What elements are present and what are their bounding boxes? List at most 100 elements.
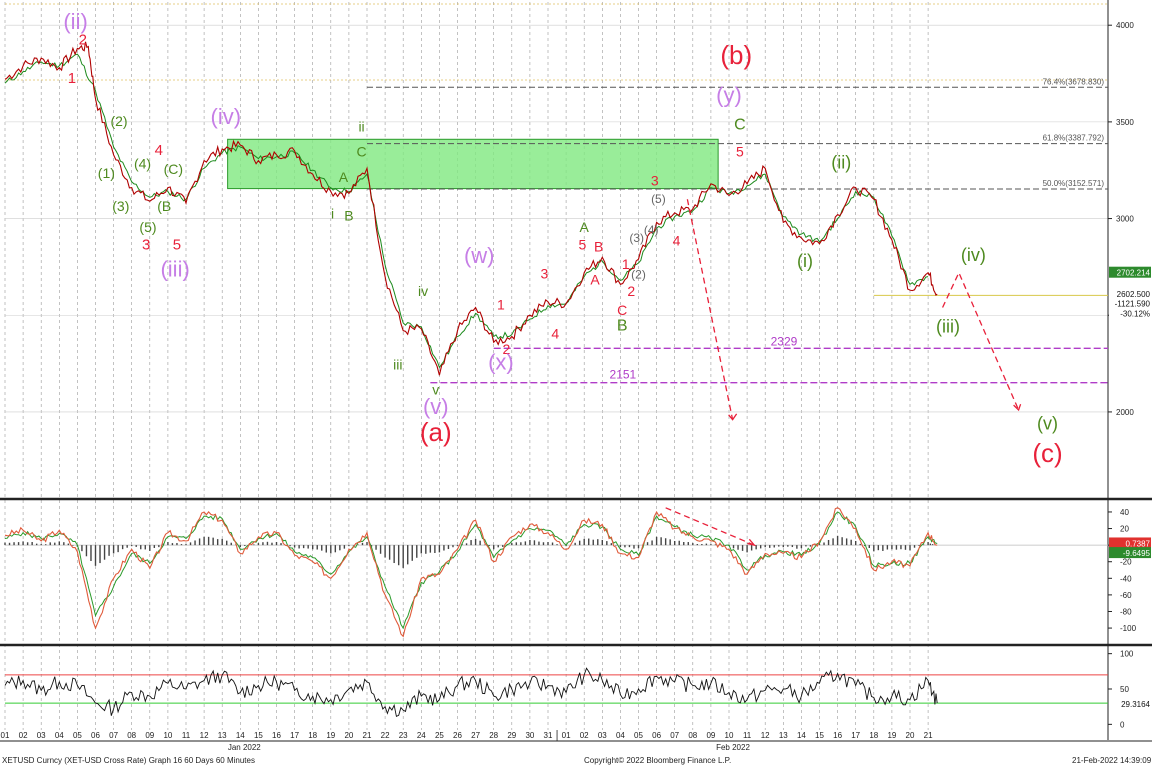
x-tick-label: 26 xyxy=(453,731,462,740)
x-tick-label: 21 xyxy=(924,731,933,740)
wave-label: 1 xyxy=(497,296,505,312)
x-tick-label: 02 xyxy=(19,731,28,740)
price-line xyxy=(4,41,938,376)
x-tick-label: 19 xyxy=(887,731,896,740)
x-tick-label: 21 xyxy=(363,731,372,740)
wave-label: (5) xyxy=(651,192,666,206)
price-tick-label: 4000 xyxy=(1116,21,1134,30)
wave-label: 2 xyxy=(627,283,635,299)
price-tick-label: 3000 xyxy=(1116,215,1134,224)
fib-level-label: 50.0%(3152.571) xyxy=(1043,179,1105,188)
support-label-2329: 2329 xyxy=(771,334,798,348)
projection-arrow-b xyxy=(686,199,734,420)
wave-label: iii xyxy=(393,356,402,372)
wave-label: (iii) xyxy=(160,257,189,282)
x-tick-label: 14 xyxy=(797,731,806,740)
wave-label: 3 xyxy=(540,266,548,282)
wave-label: 3 xyxy=(651,173,659,189)
x-tick-label: 20 xyxy=(344,731,353,740)
wave-label: ii xyxy=(358,119,364,135)
x-tick-label: 03 xyxy=(598,731,607,740)
osc-tick-label: 40 xyxy=(1120,508,1129,517)
x-tick-label: 01 xyxy=(1,731,10,740)
wave-label: A xyxy=(580,219,590,235)
chart-window: 76.4%(3678.830) 61.8%(3387.792) 50.0%(3152… xyxy=(0,0,1152,768)
x-tick-label: 31 xyxy=(544,731,553,740)
x-tick-label: 17 xyxy=(290,731,299,740)
wave-label: C xyxy=(734,117,746,134)
x-tick-label: 20 xyxy=(906,731,915,740)
x-tick-label: 10 xyxy=(725,731,734,740)
wave-label: (ii) xyxy=(63,9,87,34)
rsi-panel xyxy=(4,667,1108,718)
x-tick-label: 15 xyxy=(815,731,824,740)
divergence-arrow xyxy=(665,507,755,546)
price-tick-label: 2000 xyxy=(1116,408,1134,417)
wave-label: (2) xyxy=(631,268,646,282)
wave-label: (b) xyxy=(720,40,752,70)
x-tick-label: 08 xyxy=(127,731,136,740)
x-tick-label: 03 xyxy=(37,731,46,740)
x-tick-label: 07 xyxy=(109,731,118,740)
x-tick-label: 04 xyxy=(55,731,64,740)
x-tick-label: 06 xyxy=(652,731,661,740)
wave-label: C xyxy=(357,144,367,160)
x-tick-label: 30 xyxy=(525,731,534,740)
month-label: Feb 2022 xyxy=(716,743,750,752)
rsi-tick-label: 0 xyxy=(1120,720,1125,729)
wave-label: 2 xyxy=(79,32,87,49)
wave-label: 5 xyxy=(173,237,181,254)
x-tick-label: 10 xyxy=(163,731,172,740)
wave-label: B xyxy=(617,318,628,335)
footer-copyright: Copyright© 2022 Bloomberg Finance L.P. xyxy=(584,756,732,765)
fib-level-label: 76.4%(3678.830) xyxy=(1043,77,1105,86)
wave-label: (iv) xyxy=(961,245,986,265)
x-tick-label: 13 xyxy=(779,731,788,740)
wave-label: (C) xyxy=(164,161,183,177)
osc-slow-line xyxy=(4,511,938,630)
osc-tick-label: -20 xyxy=(1120,558,1132,567)
support-label-2151: 2151 xyxy=(610,368,637,382)
wave-labels: (ii)21(2)(1)(4)4(3) (B(C)(5)3 5(iii)(iv) ii… xyxy=(63,9,1062,468)
x-tick-label: 09 xyxy=(706,731,715,740)
wave-label: 1 xyxy=(68,70,76,87)
wave-label: 3 xyxy=(142,237,150,254)
footer-security: XETUSD Curncy (XET-USD Cross Rate) Graph… xyxy=(2,756,255,765)
projection-arrow-c xyxy=(941,271,1020,411)
wave-label: 4 xyxy=(673,233,681,249)
wave-label: (iv) xyxy=(211,104,242,129)
wave-label: (4) xyxy=(134,155,151,171)
x-tick-label: 17 xyxy=(851,731,860,740)
wave-label: (i) xyxy=(797,251,813,271)
wave-label: (v) xyxy=(1037,413,1058,433)
x-tick-label: 11 xyxy=(743,731,752,740)
x-tick-label: 12 xyxy=(761,731,770,740)
osc-tick-label: -100 xyxy=(1120,624,1137,633)
price-tag-last: 2602.500 xyxy=(1117,290,1151,299)
chart-canvas: 76.4%(3678.830) 61.8%(3387.792) 50.0%(3152… xyxy=(0,0,1152,752)
x-tick-label: 16 xyxy=(272,731,281,740)
wave-label: A xyxy=(590,271,600,287)
wave-label: iv xyxy=(418,283,428,299)
x-tick-label: 05 xyxy=(634,731,643,740)
wave-label: (4) xyxy=(644,223,659,237)
osc-tick-label: -40 xyxy=(1120,574,1132,583)
fib-level-label: 61.8%(3387.792) xyxy=(1043,134,1105,143)
x-tick-label: 13 xyxy=(218,731,227,740)
price-tag-percent: -30.12% xyxy=(1120,309,1150,318)
x-tick-label: 04 xyxy=(616,731,625,740)
wave-label: B xyxy=(594,238,603,254)
wave-label: (iii) xyxy=(936,317,960,337)
rsi-line xyxy=(4,667,938,718)
rsi-tick-label: 50 xyxy=(1120,685,1129,694)
price-tick-label: 3500 xyxy=(1116,118,1134,127)
divergence-arrowhead xyxy=(747,538,757,547)
wave-label: (3) xyxy=(112,198,129,214)
wave-label: C xyxy=(617,302,627,318)
wave-label: (y) xyxy=(716,83,742,108)
rsi-tick-label: 100 xyxy=(1120,650,1134,659)
wave-label: (a) xyxy=(420,417,452,447)
wave-label: A xyxy=(339,169,349,185)
month-label: Jan 2022 xyxy=(228,743,261,752)
x-tick-label: 28 xyxy=(489,731,498,740)
